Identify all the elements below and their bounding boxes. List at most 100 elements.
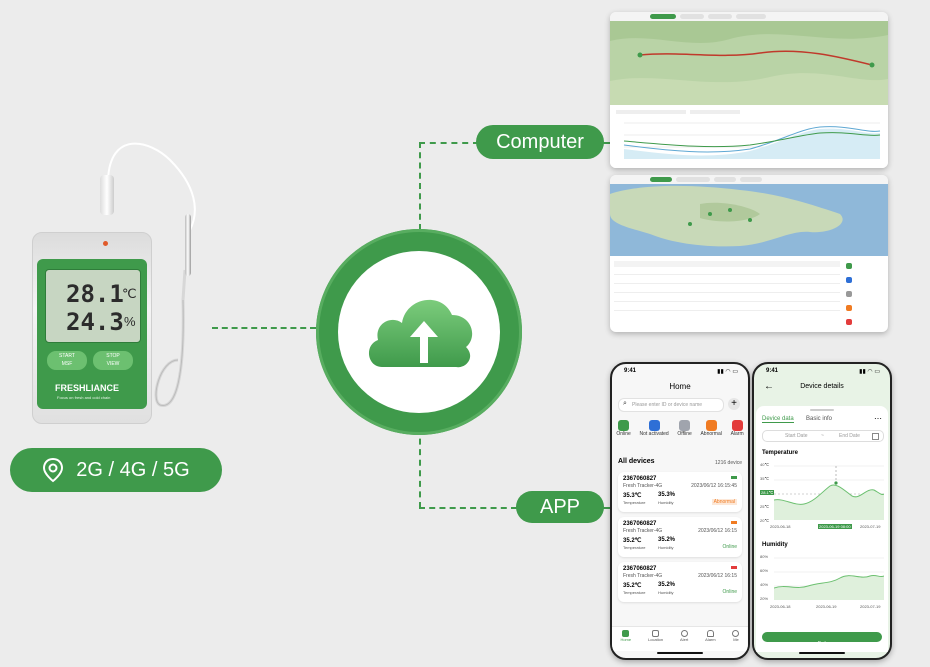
- brand-tagline: Focus on fresh and cold chain: [57, 395, 111, 400]
- device-date: 2023/06/12 16:15:45: [691, 483, 737, 489]
- hum-axis-tick: 60%: [760, 568, 769, 573]
- search-input[interactable]: ⌕ Please enter ID or device name: [618, 398, 724, 412]
- temp-axis-tick: 20℃: [760, 518, 769, 523]
- desktop-temperature-chart: [610, 105, 888, 168]
- drag-handle[interactable]: [810, 409, 834, 411]
- map-icon: [652, 630, 660, 637]
- nav-home[interactable]: Home: [620, 627, 631, 651]
- device-date: 2023/06/12 16:15: [698, 528, 737, 534]
- status-icons: ▮▮ ◠ ▭: [717, 369, 738, 375]
- home-indicator: [657, 652, 703, 654]
- add-device-button[interactable]: +: [728, 398, 740, 410]
- stop-label: STOP: [106, 353, 120, 359]
- device-date: 2023/06/12 16:15: [698, 573, 737, 579]
- probe: [185, 214, 191, 276]
- temp-axis-tick: 25℃: [760, 504, 769, 509]
- section-count: 1216 device: [715, 460, 742, 466]
- nav-alert[interactable]: Alert: [680, 627, 688, 651]
- signal-indicator: [731, 476, 737, 479]
- start-label: START: [59, 353, 75, 359]
- bell-icon: [706, 630, 714, 637]
- device-card[interactable]: 2367060827 Fresh Tracker-4G 2023/06/12 1…: [618, 562, 742, 602]
- search-placeholder: Please enter ID or device name: [632, 402, 703, 408]
- nav-alarm[interactable]: Alarm: [705, 627, 716, 651]
- category-not-activated[interactable]: Not activated: [640, 420, 669, 446]
- desktop-tab[interactable]: [676, 177, 710, 182]
- home-title: Home: [669, 382, 691, 391]
- hum-axis-tick: 40%: [760, 582, 769, 587]
- temp-axis-tick: 35℃: [760, 476, 769, 481]
- device-hum: 35.2%: [658, 582, 676, 588]
- desktop-tab[interactable]: [714, 177, 736, 182]
- connector-cloud-up: [419, 142, 421, 230]
- device-hum: 35.2%: [658, 537, 676, 543]
- calendar-icon: [872, 433, 879, 440]
- stop-button[interactable]: STOP VIEW: [93, 351, 133, 370]
- connector-device-cloud: [212, 327, 316, 329]
- alert-icon: [680, 630, 688, 637]
- device-id: 2367060827: [623, 521, 657, 527]
- device-temp-label: Temperature: [623, 590, 646, 595]
- hum-axis-tick: 80%: [760, 554, 769, 559]
- desktop-screen-chart: [610, 12, 888, 168]
- desktop-tab[interactable]: [740, 177, 762, 182]
- lcd-display: 28.1 ℃ 24.3 %: [45, 269, 141, 343]
- category-alarm[interactable]: Alarm: [731, 420, 744, 446]
- date-range-picker[interactable]: Start Date ~ End Date: [762, 430, 884, 442]
- phone-home: 9:41 ▮▮ ◠ ▭ Home ⌕ Please enter ID or de…: [610, 362, 750, 660]
- start-date: Start Date: [785, 433, 808, 439]
- connector-to-app: [419, 507, 517, 509]
- nav-location[interactable]: Location: [648, 627, 663, 651]
- device-id: 2367060827: [623, 476, 657, 482]
- desktop-tab-active[interactable]: [650, 14, 676, 19]
- user-icon: [732, 630, 740, 637]
- category-online[interactable]: Online: [616, 420, 631, 446]
- start-sub-label: MSF: [61, 361, 73, 367]
- start-button[interactable]: START MSF: [47, 351, 87, 370]
- device-model: Fresh Tracker-4G: [623, 573, 663, 579]
- temp-axis-tick: 40℃: [760, 462, 769, 467]
- range-separator: ~: [821, 433, 824, 439]
- connector-cloud-down: [419, 428, 421, 508]
- hum-x-tick: 2023-06-18: [770, 604, 791, 609]
- more-icon[interactable]: ⋯: [874, 414, 882, 423]
- device-temp-label: Temperature: [623, 500, 646, 505]
- export-button-label: Exit: [817, 641, 827, 647]
- status-time: 9:41: [624, 368, 637, 374]
- device-hum-label: Humidity: [658, 500, 674, 505]
- signal-indicator: [731, 566, 737, 569]
- temp-tooltip: 28.1℃: [760, 490, 775, 495]
- tab-device-data[interactable]: Device data: [762, 416, 794, 423]
- hum-x-tick: 2023-07-19: [860, 604, 881, 609]
- desktop-tab-active[interactable]: [650, 177, 672, 182]
- tab-basic-info[interactable]: Basic info: [806, 416, 832, 422]
- device-model: Fresh Tracker-4G: [623, 528, 663, 534]
- device-id: 2367060827: [623, 566, 657, 572]
- phone-device-details: 9:41 ▮▮ ◠ ▭ ← Device details Device data…: [752, 362, 892, 660]
- category-offline[interactable]: Offline: [677, 420, 692, 446]
- device-temp: 35.3℃: [623, 493, 642, 499]
- world-map: [610, 184, 888, 256]
- device-card[interactable]: 2367060827 Fresh Tracker-4G 2023/06/12 1…: [618, 517, 742, 557]
- bottom-nav: Home Location Alert Alarm Me: [612, 626, 748, 651]
- nav-me[interactable]: Me: [732, 627, 740, 651]
- computer-label: Computer: [476, 125, 604, 159]
- connector-to-computer: [419, 142, 479, 144]
- status-summary-panel: [846, 261, 884, 327]
- route-map: [610, 21, 888, 105]
- device-table: [614, 261, 840, 327]
- desktop-tab[interactable]: [680, 14, 704, 19]
- status-badge: Online: [722, 544, 737, 550]
- desktop-tab[interactable]: [708, 14, 732, 19]
- hum-axis-tick: 20%: [760, 596, 769, 601]
- category-abnormal[interactable]: Abnormal: [700, 420, 722, 446]
- desktop-tab[interactable]: [736, 14, 766, 19]
- export-button[interactable]: Exit: [762, 632, 882, 647]
- details-title: Device details: [800, 383, 844, 390]
- device-temp: 35.2℃: [623, 583, 642, 589]
- device-card[interactable]: 2367060827 Fresh Tracker-4G 2023/06/12 1…: [618, 472, 742, 512]
- search-icon: ⌕: [623, 400, 627, 407]
- temp-x-tick: 2023-06-19 08:00: [818, 524, 852, 529]
- temperature-reading: 28.1: [66, 280, 124, 308]
- status-icons: ▮▮ ◠ ▭: [859, 369, 880, 375]
